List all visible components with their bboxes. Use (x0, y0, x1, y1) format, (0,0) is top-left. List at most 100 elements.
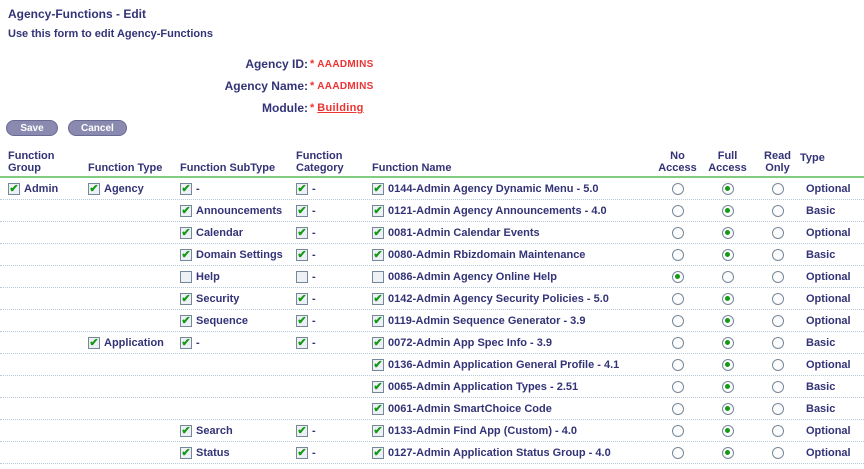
read-only-radio[interactable] (772, 271, 784, 283)
no-access-radio[interactable] (672, 249, 684, 261)
full-access-radio[interactable] (722, 381, 734, 393)
no-access-radio[interactable] (672, 293, 684, 305)
function-name-checkbox[interactable]: ✔ (372, 447, 384, 459)
function-category-checkbox[interactable]: ✔ (296, 293, 308, 305)
no-access-radio[interactable] (672, 315, 684, 327)
function-name-checkbox[interactable]: ✔ (372, 249, 384, 261)
cell-full-access-radio (700, 315, 755, 327)
no-access-radio[interactable] (672, 227, 684, 239)
read-only-radio[interactable] (772, 183, 784, 195)
function-subtype-checkbox[interactable]: ✔ (180, 425, 192, 437)
function-category-checkbox[interactable]: ✔ (296, 315, 308, 327)
read-only-radio[interactable] (772, 315, 784, 327)
full-access-radio[interactable] (722, 425, 734, 437)
function-subtype-checkbox[interactable]: ✔ (180, 315, 192, 327)
read-only-radio[interactable] (772, 425, 784, 437)
no-access-radio[interactable] (672, 205, 684, 217)
cell-type-label: Optional (800, 315, 864, 327)
full-access-radio[interactable] (722, 271, 734, 283)
function-name-checkbox[interactable]: ✔ (372, 359, 384, 371)
cell-name: ✔0065-Admin Application Types - 2.51 (372, 381, 655, 393)
function-name-checkbox[interactable]: ✔ (372, 293, 384, 305)
function-category-checkbox[interactable]: ✔ (296, 227, 308, 239)
function-category-checkbox[interactable]: ✔ (296, 249, 308, 261)
function-name-checkbox[interactable]: ✔ (372, 381, 384, 393)
function-name-checkbox[interactable]: ✔ (372, 183, 384, 195)
function-category-checkbox[interactable]: ✔ (296, 337, 308, 349)
no-access-radio[interactable] (672, 447, 684, 459)
table-row: ✔Sequence✔-✔0119-Admin Sequence Generato… (0, 310, 864, 332)
col-header-function-subtype: Function SubType (180, 162, 296, 176)
full-access-radio[interactable] (722, 315, 734, 327)
read-only-radio[interactable] (772, 337, 784, 349)
function-group-checkbox[interactable]: ✔ (8, 183, 20, 195)
function-subtype-checkbox[interactable]: ✔ (180, 337, 192, 349)
no-access-radio[interactable] (672, 403, 684, 415)
function-category-checkbox[interactable]: ✔ (296, 447, 308, 459)
cell-no-access-radio (655, 293, 700, 305)
full-access-radio[interactable] (722, 183, 734, 195)
no-access-radio[interactable] (672, 183, 684, 195)
function-subtype-checkbox[interactable]: ✔ (180, 227, 192, 239)
function-category-checkbox[interactable]: ✔ (296, 183, 308, 195)
read-only-radio[interactable] (772, 359, 784, 371)
no-access-radio[interactable] (672, 337, 684, 349)
cell-no-access-radio (655, 271, 700, 283)
function-type-checkbox[interactable]: ✔ (88, 183, 100, 195)
read-only-radio[interactable] (772, 447, 784, 459)
full-access-radio[interactable] (722, 205, 734, 217)
function-subtype-checkbox[interactable]: ✔ (180, 249, 192, 261)
group-label: Admin (24, 183, 58, 195)
no-access-radio[interactable] (672, 425, 684, 437)
cell-type: ✔Application (88, 337, 180, 349)
read-only-radio[interactable] (772, 227, 784, 239)
function-category-checkbox[interactable]: ✔ (296, 205, 308, 217)
function-category-checkbox[interactable]: ✔ (296, 425, 308, 437)
cell-type-label: Optional (800, 227, 864, 239)
function-subtype-checkbox[interactable] (180, 271, 192, 283)
category-label: - (312, 337, 316, 349)
col-header-function-group: Function Group (8, 150, 88, 176)
function-name-checkbox[interactable]: ✔ (372, 205, 384, 217)
read-only-radio[interactable] (772, 403, 784, 415)
required-marker: * (310, 80, 314, 92)
function-subtype-checkbox[interactable]: ✔ (180, 293, 192, 305)
full-access-radio[interactable] (722, 337, 734, 349)
read-only-radio[interactable] (772, 249, 784, 261)
full-access-radio[interactable] (722, 293, 734, 305)
full-access-radio[interactable] (722, 359, 734, 371)
read-only-radio[interactable] (772, 381, 784, 393)
no-access-radio[interactable] (672, 381, 684, 393)
cell-full-access-radio (700, 293, 755, 305)
read-only-radio[interactable] (772, 205, 784, 217)
function-category-checkbox[interactable] (296, 271, 308, 283)
function-name-checkbox[interactable] (372, 271, 384, 283)
function-name-checkbox[interactable]: ✔ (372, 337, 384, 349)
full-access-radio[interactable] (722, 249, 734, 261)
read-only-radio[interactable] (772, 293, 784, 305)
full-access-radio[interactable] (722, 447, 734, 459)
save-button[interactable]: Save (6, 120, 58, 136)
no-access-radio[interactable] (672, 271, 684, 283)
function-subtype-checkbox[interactable]: ✔ (180, 447, 192, 459)
cancel-button[interactable]: Cancel (68, 120, 127, 136)
cell-type-label: Optional (800, 183, 864, 195)
subtype-label: Sequence (196, 315, 248, 327)
cell-full-access-radio (700, 227, 755, 239)
function-type-checkbox[interactable]: ✔ (88, 337, 100, 349)
full-access-radio[interactable] (722, 227, 734, 239)
subtype-label: - (196, 337, 200, 349)
function-name-checkbox[interactable]: ✔ (372, 315, 384, 327)
module-value-link[interactable]: Building (317, 102, 363, 114)
function-name-checkbox[interactable]: ✔ (372, 425, 384, 437)
function-subtype-checkbox[interactable]: ✔ (180, 205, 192, 217)
full-access-radio[interactable] (722, 403, 734, 415)
no-access-radio[interactable] (672, 359, 684, 371)
col-header-function-name: Function Name (372, 162, 655, 176)
cell-no-access-radio (655, 337, 700, 349)
table-row: ✔Admin✔Agency✔-✔-✔0144-Admin Agency Dyna… (0, 178, 864, 200)
function-name-checkbox[interactable]: ✔ (372, 227, 384, 239)
function-subtype-checkbox[interactable]: ✔ (180, 183, 192, 195)
cell-full-access-radio (700, 205, 755, 217)
function-name-checkbox[interactable]: ✔ (372, 403, 384, 415)
